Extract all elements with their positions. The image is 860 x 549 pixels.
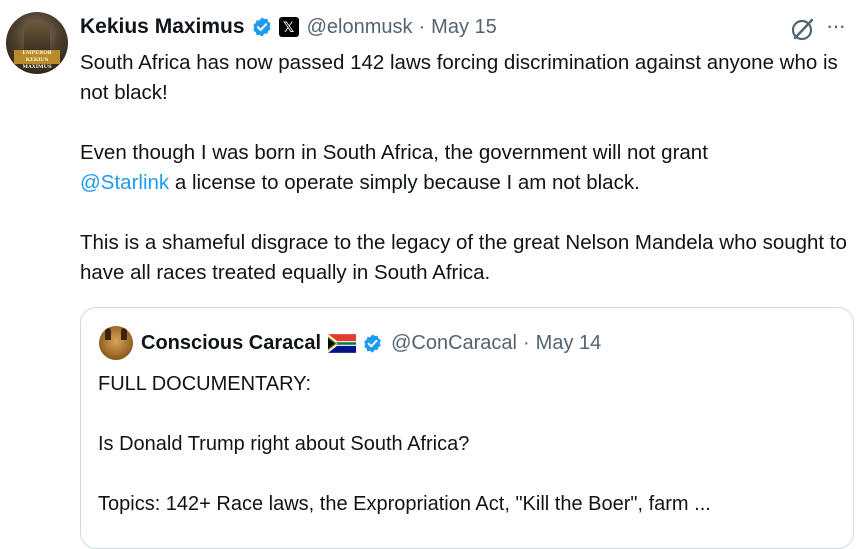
verified-badge-icon[interactable] — [251, 16, 273, 38]
quoted-tweet-date[interactable]: May 14 — [536, 332, 602, 355]
quoted-tweet-card[interactable]: Conscious Caracal @ConCaracal · May 14 F… — [80, 307, 854, 549]
author-name[interactable]: Kekius Maximus — [80, 15, 245, 39]
quoted-paragraph-1: FULL DOCUMENTARY: — [98, 373, 311, 395]
tweet-text: South Africa has now passed 142 laws for… — [80, 48, 850, 288]
tweet-paragraph-2-text: Even though I was born in South Africa, … — [80, 141, 708, 164]
quoted-paragraph-2: Is Donald Trump right about South Africa… — [98, 433, 470, 455]
quoted-verified-badge-icon[interactable] — [362, 333, 383, 354]
tweet-header: Kekius Maximus 𝕏 @elonmusk · May 15 — [80, 13, 497, 41]
tweet-paragraph-2-rest: a license to operate simply because I am… — [169, 171, 640, 194]
separator-dot: · — [418, 15, 426, 38]
author-avatar[interactable]: EMPEROR KEKIUS MAXIMUS — [6, 12, 68, 74]
tweet-paragraph-2: Even though I was born in South Africa, … — [80, 138, 850, 198]
south-africa-flag-icon — [328, 333, 357, 353]
tweet-paragraph-1: South Africa has now passed 142 laws for… — [80, 51, 838, 104]
quoted-tweet-text: FULL DOCUMENTARY: Is Donald Trump right … — [98, 369, 838, 519]
avatar-banner-text: EMPEROR KEKIUS MAXIMUS — [14, 50, 60, 70]
quoted-author-handle[interactable]: @ConCaracal — [391, 332, 517, 355]
starlink-mention-link[interactable]: @Starlink — [80, 171, 169, 194]
quoted-author-avatar[interactable] — [99, 326, 133, 360]
quoted-paragraph-3: Topics: 142+ Race laws, the Expropriatio… — [98, 493, 711, 515]
x-logo-icon: 𝕏 — [278, 17, 299, 37]
tweet-paragraph-3: This is a shameful disgrace to the legac… — [80, 231, 847, 284]
author-handle[interactable]: @elonmusk — [307, 16, 413, 39]
avatar-ear-left — [105, 328, 111, 340]
grok-icon[interactable] — [790, 16, 816, 42]
avatar-ear-right — [121, 328, 127, 340]
quoted-separator-dot: · — [523, 331, 530, 354]
tweet-date[interactable]: May 15 — [431, 16, 497, 39]
more-options-icon[interactable]: ··· — [826, 15, 854, 40]
quoted-author-name[interactable]: Conscious Caracal — [141, 332, 321, 355]
quoted-tweet-header: Conscious Caracal @ConCaracal · May 14 — [141, 329, 601, 357]
